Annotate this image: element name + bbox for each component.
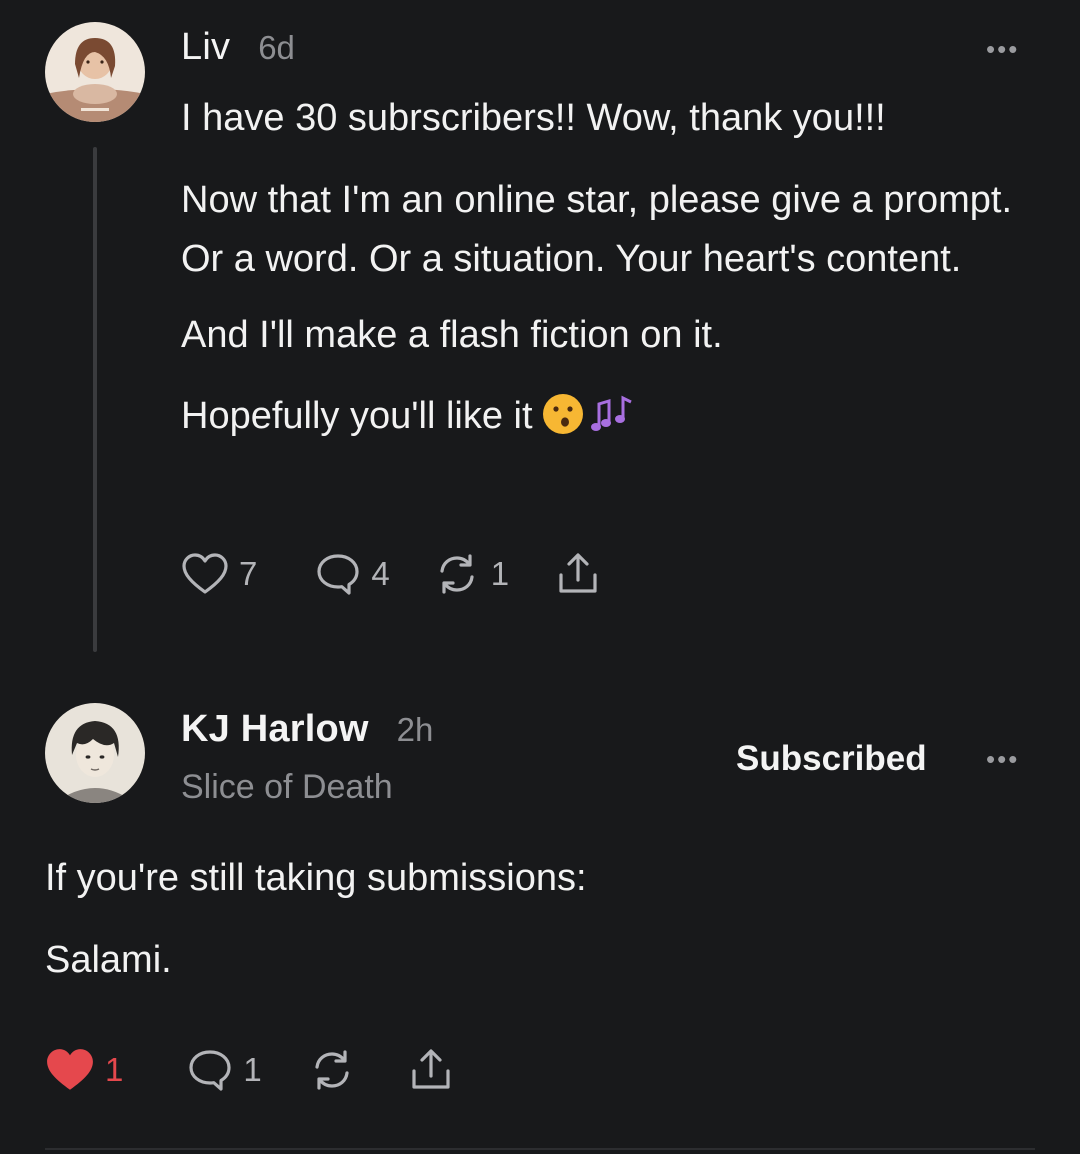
post-restack-button[interactable]: 1	[433, 551, 509, 597]
restack-icon	[440, 554, 474, 594]
post-share-button[interactable]	[555, 551, 601, 597]
reply-author-name[interactable]: KJ Harlow	[181, 708, 369, 751]
post-body: I have 30 subrscribers!! Wow, thank you!…	[181, 89, 1051, 454]
reply-share-button[interactable]	[408, 1047, 454, 1093]
post-comment-count: 4	[371, 555, 390, 592]
post-actions: 7 4 1	[181, 551, 601, 597]
heart-filled-icon	[47, 1049, 93, 1090]
reply-actions: 1 1	[45, 1047, 454, 1093]
post-like-count: 7	[239, 555, 258, 592]
kissing-face-emoji	[541, 392, 585, 454]
share-icon	[559, 553, 597, 593]
reply-author-avatar[interactable]	[45, 703, 145, 803]
share-icon	[412, 1049, 450, 1089]
post-like-button[interactable]: 7	[181, 552, 257, 596]
post-paragraph-text: Hopefully you'll like it	[181, 395, 533, 437]
reply-like-count: 1	[105, 1051, 124, 1088]
reply-comment-button[interactable]: 1	[187, 1047, 262, 1093]
post-more-button[interactable]: •••	[986, 36, 1019, 62]
post-timestamp: 6d	[258, 29, 295, 66]
thread-line	[93, 147, 97, 652]
reply-restack-button[interactable]	[308, 1047, 356, 1093]
reply-like-button[interactable]: 1	[45, 1047, 123, 1093]
reply-comment-count: 1	[243, 1051, 262, 1088]
more-icon: •••	[986, 744, 1020, 774]
post-restack-count: 1	[490, 555, 510, 592]
post-paragraph: Now that I'm an online star, please give…	[181, 179, 1013, 280]
reply-paragraph: If you're still taking submissions:	[45, 857, 587, 899]
heart-icon	[182, 553, 228, 594]
post-paragraph: I have 30 subrscribers!! Wow, thank you!…	[181, 97, 886, 139]
subscribed-button[interactable]: Subscribed	[736, 739, 927, 779]
musical-notes-emoji	[587, 392, 637, 454]
reply-body: If you're still taking submissions: Sala…	[45, 849, 1035, 990]
comment-icon	[189, 1050, 231, 1091]
more-icon: •••	[986, 34, 1020, 64]
divider	[45, 1148, 1035, 1150]
reply-more-button[interactable]: •••	[986, 746, 1019, 772]
post-paragraph-last: Hopefully you'll like it	[181, 387, 1051, 454]
post-author-avatar[interactable]	[45, 22, 145, 122]
post-author-name[interactable]: Liv	[181, 26, 230, 69]
post-paragraph: And I'll make a flash fiction on it.	[181, 314, 723, 356]
post-comment-button[interactable]: 4	[315, 551, 390, 597]
comment-icon	[317, 554, 359, 595]
reply-publication-name[interactable]: Slice of Death	[181, 768, 393, 807]
reply-timestamp: 2h	[396, 711, 434, 748]
reply-paragraph: Salami.	[45, 939, 172, 981]
restack-icon	[315, 1050, 349, 1090]
